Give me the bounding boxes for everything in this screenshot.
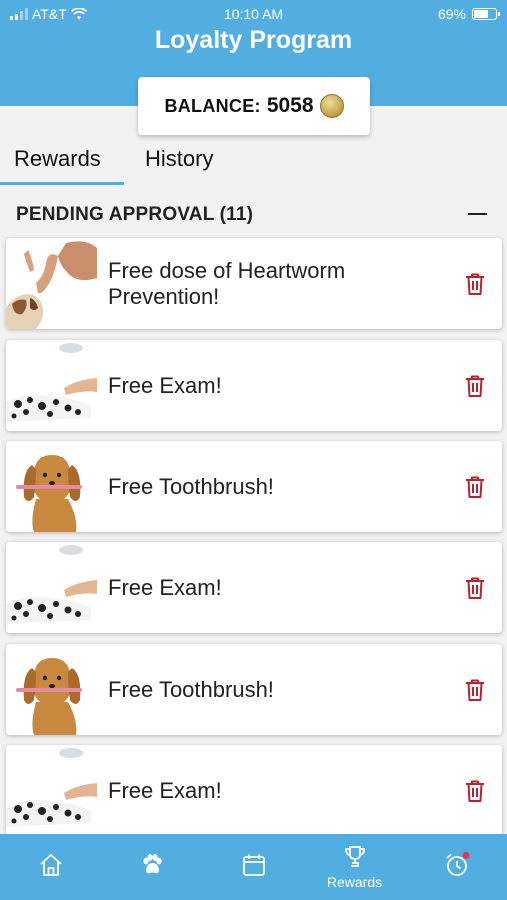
bottom-nav: Rewards — [0, 834, 507, 900]
nav-reminders[interactable] — [406, 834, 507, 900]
trophy-icon — [344, 846, 365, 867]
nav-appointments[interactable] — [203, 834, 304, 900]
reward-card[interactable]: Free dose of Heartworm Prevention! — [6, 238, 502, 329]
reward-title: Free Exam! — [108, 574, 222, 600]
calendar-icon — [242, 854, 265, 876]
reward-card[interactable]: Free Exam! — [6, 340, 502, 431]
reward-image-dalmatian-exam — [6, 542, 97, 633]
home-icon — [39, 854, 62, 876]
nav-rewards[interactable]: Rewards — [304, 834, 405, 900]
reward-image-dachshund-toothbrush — [6, 644, 97, 735]
battery-percent: 69% — [437, 6, 466, 22]
alarm-icon — [445, 852, 469, 876]
reward-card[interactable]: Free Exam! — [6, 745, 502, 836]
status-right: 69% — [437, 6, 500, 22]
reward-title: Free Exam! — [108, 372, 222, 398]
trash-icon[interactable] — [464, 272, 486, 296]
tab-rewards[interactable]: Rewards — [14, 146, 101, 172]
tab-bar: Rewards History — [0, 138, 507, 186]
page-title: Loyalty Program — [154, 26, 353, 54]
reward-title: Free Exam! — [108, 777, 222, 803]
reward-image-dachshund-toothbrush — [6, 441, 97, 532]
balance-value: 5058 — [266, 94, 314, 117]
active-tab-indicator — [0, 182, 124, 185]
collapse-icon[interactable] — [468, 213, 487, 215]
reward-title: Free dose of Heartworm Prevention! — [108, 257, 346, 309]
reward-title: Free Toothbrush! — [108, 473, 274, 499]
reward-image-dalmatian-exam — [6, 745, 97, 836]
reward-title: Free Toothbrush! — [108, 676, 274, 702]
status-time: 10:10 AM — [223, 6, 284, 22]
battery-icon — [472, 8, 500, 20]
paw-icon — [142, 854, 162, 874]
trash-icon[interactable] — [464, 678, 486, 702]
reward-card[interactable]: Free Toothbrush! — [6, 644, 502, 735]
reward-card[interactable]: Free Toothbrush! — [6, 441, 502, 532]
trash-icon[interactable] — [464, 475, 486, 499]
balance-card: BALANCE: 5058 — [138, 77, 370, 135]
reward-image-dalmatian-exam — [6, 340, 97, 431]
balance-label: BALANCE: — [164, 95, 261, 116]
section-title: PENDING APPROVAL (11) — [16, 204, 254, 225]
trash-icon[interactable] — [464, 576, 486, 600]
reward-image-dog-high-five — [6, 238, 97, 329]
trash-icon[interactable] — [464, 779, 486, 803]
trash-icon[interactable] — [464, 374, 486, 398]
pending-approval-header[interactable]: PENDING APPROVAL (11) — [0, 196, 507, 234]
coin-icon — [319, 94, 344, 118]
tab-history[interactable]: History — [145, 146, 213, 172]
nav-pets[interactable] — [101, 834, 202, 900]
nav-home[interactable] — [0, 834, 101, 900]
reward-card[interactable]: Free Exam! — [6, 542, 502, 633]
nav-rewards-label: Rewards — [326, 874, 383, 890]
